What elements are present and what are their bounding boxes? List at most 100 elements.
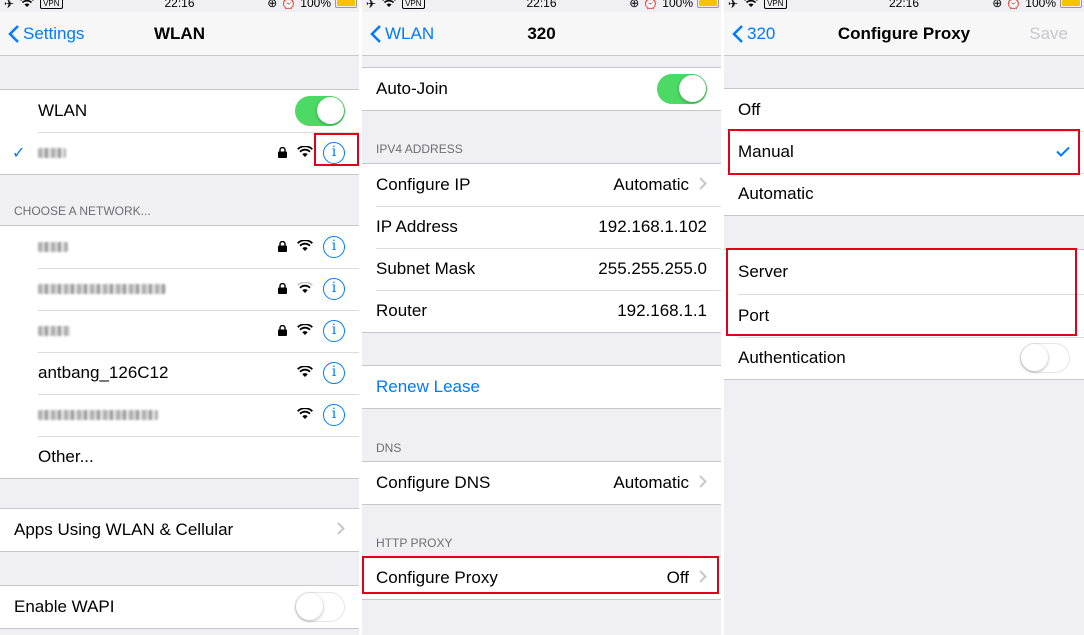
lock-icon [278, 143, 287, 163]
highlight-box [728, 129, 1080, 175]
wlan-screen: ✈ VPN 22:16 ⊕ ⏰ 100% Settings WLAN WLAN … [0, 0, 359, 635]
connected-network-name [38, 143, 66, 163]
apps-using-wlan-row[interactable]: Apps Using WLAN & Cellular [0, 509, 359, 551]
wifi-signal-icon [297, 237, 313, 257]
proxy-off-row[interactable]: Off [724, 89, 1084, 131]
chevron-right-icon [337, 520, 345, 540]
router-row: Router 192.168.1.1 [362, 290, 721, 332]
configure-ip-label: Configure IP [376, 175, 471, 194]
network-name [38, 321, 70, 341]
apps-using-wlan-label: Apps Using WLAN & Cellular [14, 520, 234, 539]
network-row[interactable]: i [0, 226, 359, 268]
wlan-label: WLAN [38, 101, 88, 120]
navigation-bar: 320 Configure Proxy Save [724, 12, 1084, 56]
battery-icon [335, 0, 357, 8]
proxy-automatic-label: Automatic [738, 184, 814, 203]
subnet-mask-value: 255.255.255.0 [598, 259, 707, 278]
network-detail-screen: ✈ VPN 22:16 ⊕ ⏰ 100% WLAN 320 Auto-Join … [362, 0, 721, 635]
dns-group: Configure DNS Automatic [362, 461, 721, 505]
rotation-lock-icon: ⊕ [629, 0, 640, 10]
highlight-box [314, 133, 359, 166]
ip-address-row: IP Address 192.168.1.102 [362, 206, 721, 248]
http-proxy-header: HTTP PROXY [376, 536, 453, 550]
lock-icon [278, 321, 287, 341]
lock-icon [278, 237, 287, 257]
info-icon[interactable]: i [323, 236, 345, 258]
wlan-group: WLAN ✓ i [0, 89, 359, 175]
wifi-signal-icon [297, 143, 313, 163]
router-value: 192.168.1.1 [617, 301, 707, 320]
ip-address-label: IP Address [376, 217, 458, 236]
subnet-mask-row: Subnet Mask 255.255.255.0 [362, 248, 721, 290]
enable-wapi-toggle[interactable] [295, 592, 345, 622]
network-name [38, 237, 68, 257]
wlan-toggle[interactable] [295, 96, 345, 126]
authentication-toggle[interactable] [1020, 343, 1070, 373]
alarm-icon: ⏰ [643, 0, 659, 10]
choose-network-header: CHOOSE A NETWORK... [14, 204, 151, 218]
other-network-row[interactable]: Other... [0, 436, 359, 478]
configure-ip-value: Automatic [613, 175, 689, 194]
authentication-row: Authentication [724, 337, 1084, 379]
wapi-group: Enable WAPI [0, 585, 359, 629]
info-icon[interactable]: i [323, 320, 345, 342]
subnet-mask-label: Subnet Mask [376, 259, 476, 278]
renew-lease-button[interactable]: Renew Lease [376, 377, 480, 397]
wifi-signal-icon [297, 279, 313, 299]
proxy-off-label: Off [738, 100, 761, 119]
connected-network-row[interactable]: ✓ i [0, 132, 359, 174]
navigation-bar: WLAN 320 [362, 12, 721, 56]
network-row[interactable]: i [0, 394, 359, 436]
configure-dns-value: Automatic [613, 473, 689, 492]
status-bar: ✈ VPN 22:16 ⊕ ⏰ 100% [362, 0, 721, 12]
auto-join-row: Auto-Join [362, 68, 721, 110]
enable-wapi-label: Enable WAPI [14, 597, 115, 616]
battery-percent: 100% [300, 0, 331, 10]
lock-icon [278, 279, 287, 299]
network-row[interactable]: antbang_126C12 i [0, 352, 359, 394]
renew-lease-row[interactable]: Renew Lease [362, 366, 721, 408]
configure-dns-label: Configure DNS [376, 473, 491, 492]
battery-icon [1060, 0, 1082, 8]
alarm-icon: ⏰ [1006, 0, 1022, 10]
auto-join-toggle[interactable] [657, 74, 707, 104]
dns-header: DNS [376, 441, 402, 455]
wifi-signal-icon [297, 321, 313, 341]
rotation-lock-icon: ⊕ [992, 0, 1003, 10]
checkmark-icon: ✓ [12, 145, 26, 162]
proxy-automatic-row[interactable]: Automatic [724, 173, 1084, 215]
network-row[interactable]: i [0, 268, 359, 310]
navigation-bar: Settings WLAN [0, 12, 359, 56]
page-title: WLAN [154, 24, 205, 43]
save-button[interactable]: Save [1029, 12, 1068, 56]
info-icon[interactable]: i [323, 278, 345, 300]
network-name [38, 279, 166, 299]
other-label: Other... [38, 447, 94, 466]
router-label: Router [376, 301, 428, 320]
highlight-box [362, 556, 719, 594]
configure-ip-row[interactable]: Configure IP Automatic [362, 164, 721, 206]
chevron-right-icon [699, 175, 707, 195]
network-name: antbang_126C12 [38, 363, 169, 382]
auto-join-label: Auto-Join [376, 79, 448, 98]
chevron-right-icon [699, 473, 707, 493]
configure-dns-row[interactable]: Configure DNS Automatic [362, 462, 721, 504]
ip-address-value: 192.168.1.102 [598, 217, 707, 236]
page-title: 320 [527, 24, 556, 43]
battery-icon [697, 0, 719, 8]
wlan-toggle-row: WLAN [0, 90, 359, 132]
alarm-icon: ⏰ [281, 0, 297, 10]
info-icon[interactable]: i [323, 362, 345, 384]
battery-percent: 100% [1025, 0, 1056, 10]
rotation-lock-icon: ⊕ [267, 0, 278, 10]
enable-wapi-row: Enable WAPI [0, 586, 359, 628]
networks-group: i i i antbang_126C12 i i Other... [0, 225, 359, 479]
renew-group: Renew Lease [362, 365, 721, 409]
network-row[interactable]: i [0, 310, 359, 352]
apps-group: Apps Using WLAN & Cellular [0, 508, 359, 552]
battery-percent: 100% [662, 0, 693, 10]
configure-proxy-screen: ✈ VPN 22:16 ⊕ ⏰ 100% 320 Configure Proxy… [724, 0, 1084, 635]
wifi-signal-icon [297, 405, 313, 425]
status-bar: ✈ VPN 22:16 ⊕ ⏰ 100% [0, 0, 359, 12]
info-icon[interactable]: i [323, 404, 345, 426]
